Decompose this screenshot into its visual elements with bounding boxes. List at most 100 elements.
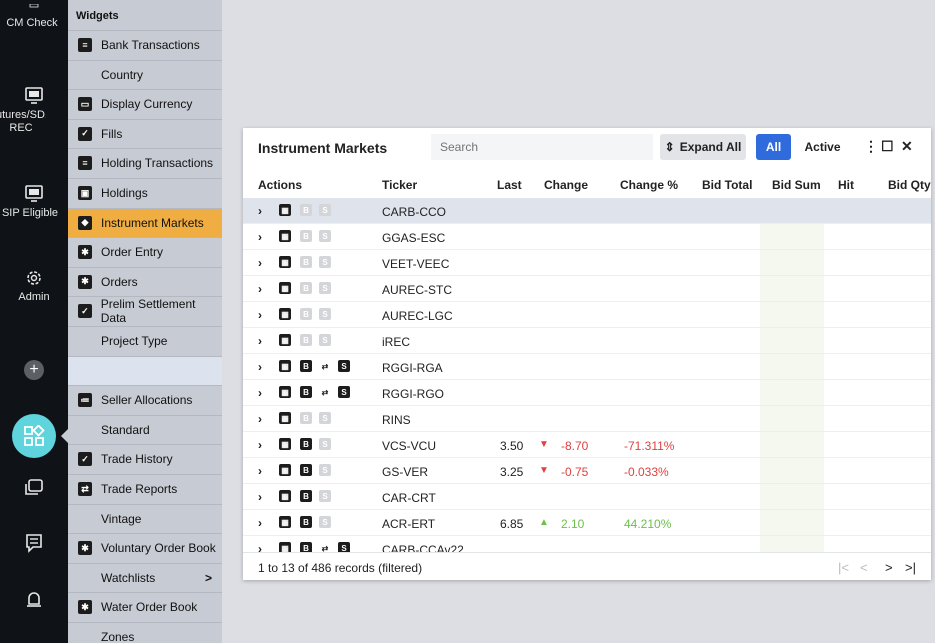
rail-item-chat[interactable]: [0, 533, 68, 556]
buy-icon[interactable]: B: [300, 230, 312, 242]
widget-item-watchlists[interactable]: Watchlists >: [68, 562, 222, 592]
expand-row-icon[interactable]: ›: [258, 334, 262, 348]
sell-icon[interactable]: S: [319, 490, 331, 502]
table-row[interactable]: › ▦ B ⇄ S RGGI-RGO: [243, 380, 931, 406]
col-actions[interactable]: Actions: [258, 178, 302, 192]
maximize-icon[interactable]: ☐: [881, 138, 894, 155]
widget-item-holdings[interactable]: ▣ Holdings: [68, 178, 222, 207]
buy-icon[interactable]: B: [300, 516, 312, 528]
buy-icon[interactable]: B: [300, 542, 312, 552]
widget-item-order-entry[interactable]: ✱ Order Entry: [68, 237, 222, 266]
widget-item-bank-transactions[interactable]: ≡ Bank Transactions: [68, 30, 222, 59]
table-row[interactable]: › ▦ B S CARB-CCO: [243, 198, 931, 224]
order-book-icon[interactable]: ▦: [279, 438, 291, 450]
col-hit[interactable]: Hit: [838, 178, 854, 192]
expand-row-icon[interactable]: ›: [258, 386, 262, 400]
next-page-icon[interactable]: >: [885, 560, 893, 575]
order-book-icon[interactable]: ▦: [279, 464, 291, 476]
buy-icon[interactable]: B: [300, 386, 312, 398]
buy-icon[interactable]: B: [300, 490, 312, 502]
order-book-icon[interactable]: ▦: [279, 308, 291, 320]
order-book-icon[interactable]: ▦: [279, 516, 291, 528]
rail-item-notifications[interactable]: [0, 590, 68, 613]
widget-item-water-order-book[interactable]: ✱ Water Order Book: [68, 592, 222, 621]
search-input[interactable]: [431, 134, 653, 160]
rail-item-cm-check[interactable]: CM Check: [0, 4, 68, 30]
widget-item-holding-transactions[interactable]: ≡ Holding Transactions: [68, 148, 222, 177]
sell-icon[interactable]: S: [319, 308, 331, 320]
widget-item-project-type[interactable]: Project Type: [68, 326, 222, 355]
close-icon[interactable]: ✕: [901, 138, 913, 155]
expand-row-icon[interactable]: ›: [258, 412, 262, 426]
sell-icon[interactable]: S: [319, 204, 331, 216]
widget-item-fills[interactable]: ✓ Fills: [68, 118, 222, 148]
exchange-icon[interactable]: ⇄: [319, 542, 331, 553]
table-row[interactable]: › ▦ B S RINS: [243, 406, 931, 432]
expand-all-button[interactable]: ⇕ Expand All: [660, 134, 746, 160]
widget-item-trade-history[interactable]: ✓ Trade History: [68, 444, 222, 473]
table-row[interactable]: › ▦ B S AUREC-STC: [243, 276, 931, 302]
order-book-icon[interactable]: ▦: [279, 542, 291, 552]
expand-row-icon[interactable]: ›: [258, 490, 262, 504]
buy-icon[interactable]: B: [300, 256, 312, 268]
sell-icon[interactable]: S: [319, 282, 331, 294]
widgets-button[interactable]: [12, 414, 56, 458]
prev-page-icon[interactable]: <: [860, 560, 868, 575]
sell-icon[interactable]: S: [319, 230, 331, 242]
col-last[interactable]: Last: [497, 178, 522, 192]
order-book-icon[interactable]: ▦: [279, 230, 291, 242]
expand-row-icon[interactable]: ›: [258, 256, 262, 270]
widget-item-standard[interactable]: Standard: [68, 414, 222, 444]
widget-item-zones[interactable]: Zones: [68, 622, 222, 643]
expand-row-icon[interactable]: ›: [258, 204, 262, 218]
rail-item-futures[interactable]: utures/SD... REC: [0, 86, 68, 135]
first-page-icon[interactable]: |<: [838, 560, 849, 575]
add-button[interactable]: +: [24, 360, 44, 380]
buy-icon[interactable]: B: [300, 464, 312, 476]
sell-icon[interactable]: S: [319, 438, 331, 450]
sell-icon[interactable]: S: [319, 256, 331, 268]
expand-row-icon[interactable]: ›: [258, 516, 262, 530]
expand-row-icon[interactable]: ›: [258, 464, 262, 478]
widget-item-instrument-markets[interactable]: ◆ Instrument Markets: [68, 207, 222, 237]
order-book-icon[interactable]: ▦: [279, 386, 291, 398]
filter-active-button[interactable]: Active: [795, 134, 850, 160]
order-book-icon[interactable]: ▦: [279, 412, 291, 424]
expand-row-icon[interactable]: ›: [258, 308, 262, 322]
widget-item-voluntary-order-book[interactable]: ✱ Voluntary Order Book: [68, 533, 222, 562]
sell-icon[interactable]: S: [319, 412, 331, 424]
order-book-icon[interactable]: ▦: [279, 490, 291, 502]
sell-icon[interactable]: S: [319, 464, 331, 476]
buy-icon[interactable]: B: [300, 438, 312, 450]
buy-icon[interactable]: B: [300, 360, 312, 372]
sell-icon[interactable]: S: [338, 360, 350, 372]
table-row[interactable]: › ▦ B S GS-VER 3.25 ▼ -0.75 -0.033%: [243, 458, 931, 484]
col-bid-qty[interactable]: Bid Qty: [888, 178, 931, 192]
filter-all-button[interactable]: All: [756, 134, 791, 160]
widget-item-display-currency[interactable]: ▭ Display Currency: [68, 89, 222, 118]
expand-row-icon[interactable]: ›: [258, 438, 262, 452]
widget-item-seller-allocations[interactable]: ≔ Seller Allocations: [68, 385, 222, 414]
expand-row-icon[interactable]: ›: [258, 542, 262, 552]
col-ticker[interactable]: Ticker: [382, 178, 417, 192]
sell-icon[interactable]: S: [319, 334, 331, 346]
table-row[interactable]: › ▦ B S VCS-VCU 3.50 ▼ -8.70 -71.311%: [243, 432, 931, 458]
col-bid-sum[interactable]: Bid Sum: [772, 178, 821, 192]
col-bid-total[interactable]: Bid Total: [702, 178, 752, 192]
table-row[interactable]: › ▦ B S GGAS-ESC: [243, 224, 931, 250]
expand-row-icon[interactable]: ›: [258, 360, 262, 374]
exchange-icon[interactable]: ⇄: [319, 386, 331, 398]
buy-icon[interactable]: B: [300, 282, 312, 294]
table-row[interactable]: › ▦ B ⇄ S RGGI-RGA: [243, 354, 931, 380]
col-change[interactable]: Change: [544, 178, 588, 192]
rail-item-sip-eligible[interactable]: SIP Eligible: [0, 184, 68, 220]
order-book-icon[interactable]: ▦: [279, 282, 291, 294]
order-book-icon[interactable]: ▦: [279, 334, 291, 346]
rail-item-windows[interactable]: [0, 478, 68, 501]
last-page-icon[interactable]: >|: [905, 560, 916, 575]
exchange-icon[interactable]: ⇄: [319, 360, 331, 372]
table-row[interactable]: › ▦ B SiREC: [243, 328, 931, 354]
sell-icon[interactable]: S: [319, 516, 331, 528]
rail-item-admin[interactable]: Admin: [0, 268, 68, 304]
expand-row-icon[interactable]: ›: [258, 282, 262, 296]
